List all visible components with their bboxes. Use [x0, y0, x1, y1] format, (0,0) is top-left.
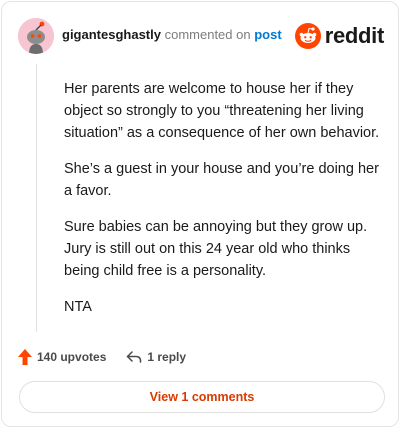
comment-paragraph: She’s a guest in your house and you’re d…	[64, 161, 379, 199]
avatar[interactable]	[18, 18, 54, 54]
reply-count: 1 reply	[147, 350, 187, 364]
brand-name: reddit	[324, 23, 385, 48]
view-comments-button[interactable]: View 1 comments	[19, 381, 385, 413]
upvote-arrow-icon	[18, 349, 32, 365]
comment-body: Her parents are welcome to house her if …	[64, 78, 384, 332]
upvote-button[interactable]: 140 upvotes	[18, 349, 106, 365]
comment-card: gigantesghastly commented on post reddit…	[1, 1, 399, 427]
comment-actions: 140 upvotes 1 reply	[18, 347, 186, 367]
avatar-snoo-icon	[18, 18, 54, 54]
post-link[interactable]: post	[254, 27, 281, 42]
upvote-count: 140 upvotes	[37, 350, 107, 364]
username[interactable]: gigantesghastly	[62, 27, 161, 42]
action-text: commented on	[164, 27, 251, 42]
comment-paragraph: Sure babies can be annoying but they gro…	[64, 219, 368, 279]
comment-paragraph: NTA	[64, 299, 92, 315]
comment-header: gigantesghastly commented on post reddit	[18, 18, 384, 54]
reply-arrow-icon	[127, 351, 142, 363]
reddit-snoo-icon	[294, 23, 321, 49]
comment-meta: gigantesghastly commented on post	[62, 27, 282, 43]
comment-paragraph: Her parents are welcome to house her if …	[64, 81, 380, 141]
thread-line	[36, 64, 37, 332]
reddit-logo[interactable]: reddit	[294, 23, 385, 49]
reply-button[interactable]: 1 reply	[126, 350, 186, 364]
